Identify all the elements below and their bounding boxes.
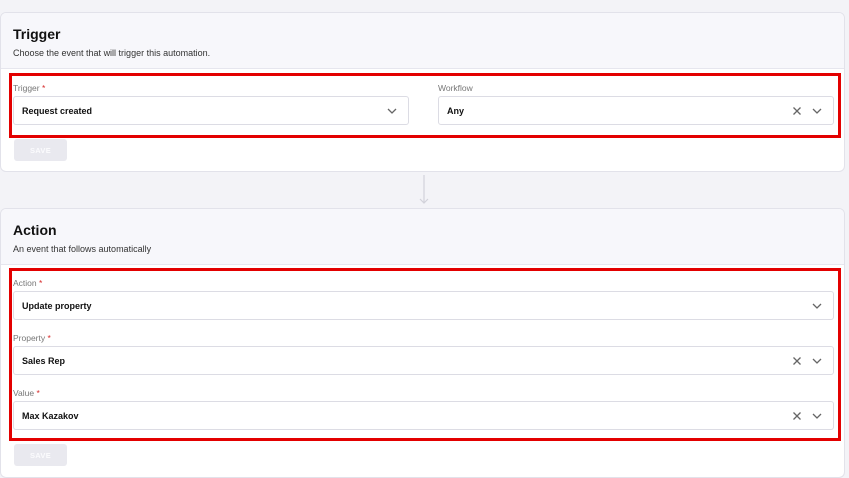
trigger-card-title: Trigger	[13, 26, 61, 42]
action-card-subtitle: An event that follows automatically	[13, 244, 152, 254]
trigger-select[interactable]: Request created	[13, 96, 409, 125]
required-asterisk: *	[41, 83, 46, 93]
trigger-card-header: Trigger Choose the event that will trigg…	[1, 13, 844, 69]
workflow-field-label: Workflow	[438, 83, 473, 93]
action-card-title: Action	[13, 222, 57, 238]
required-asterisk: *	[36, 388, 40, 398]
workflow-select-value: Any	[447, 106, 465, 116]
trigger-save-button[interactable]: SAVE	[14, 139, 67, 161]
required-asterisk: *	[39, 278, 43, 288]
trigger-card-subtitle: Choose the event that will trigger this …	[13, 48, 211, 58]
property-select-value: Sales Rep	[22, 356, 66, 366]
property-select[interactable]: Sales Rep	[13, 346, 834, 375]
chevron-down-icon[interactable]	[811, 410, 823, 422]
clear-icon[interactable]	[791, 355, 803, 367]
clear-icon[interactable]	[791, 105, 803, 117]
trigger-field-label: Trigger *	[13, 83, 46, 93]
required-asterisk: *	[47, 333, 51, 343]
action-card: Action An event that follows automatical…	[0, 208, 845, 478]
clear-icon[interactable]	[791, 410, 803, 422]
arrow-down-icon	[418, 174, 430, 206]
chevron-down-icon[interactable]	[811, 105, 823, 117]
value-select-value: Max Kazakov	[22, 411, 79, 421]
value-select[interactable]: Max Kazakov	[13, 401, 834, 430]
action-field-label: Action *	[13, 278, 43, 288]
trigger-card: Trigger Choose the event that will trigg…	[0, 12, 845, 172]
action-card-header: Action An event that follows automatical…	[1, 209, 844, 265]
chevron-down-icon[interactable]	[386, 105, 398, 117]
chevron-down-icon[interactable]	[811, 355, 823, 367]
workflow-select[interactable]: Any	[438, 96, 834, 125]
trigger-select-value: Request created	[22, 106, 93, 116]
property-field-label: Property *	[13, 333, 51, 343]
value-field-label: Value *	[13, 388, 40, 398]
chevron-down-icon[interactable]	[811, 300, 823, 312]
action-save-button[interactable]: SAVE	[14, 444, 67, 466]
action-select-value: Update property	[22, 301, 92, 311]
action-select[interactable]: Update property	[13, 291, 834, 320]
